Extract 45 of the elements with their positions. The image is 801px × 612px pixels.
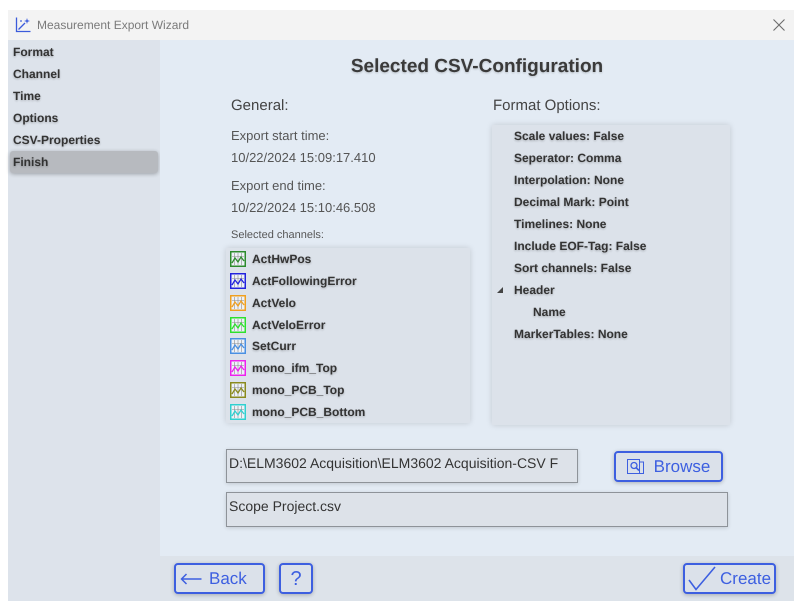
field-label: Selected channels: [230,228,324,243]
channel-name: ActVelo [252,294,296,312]
help-button[interactable]: ? [279,563,313,594]
option-text: Seperator: Comma [514,150,622,167]
sidebar-item[interactable]: CSV-Properties [10,129,158,151]
option-text: Name [533,304,566,321]
path-field[interactable]: D:\ELM3602 Acquisition\ELM3602 Acquisition-CSV F [226,449,578,483]
browse-button[interactable]: Browse [614,451,723,482]
sidebar-item[interactable]: Finish [10,151,158,173]
section-heading: General: [230,96,289,116]
channel-name: ActVeloError [252,316,326,334]
folder-magnifier-icon [626,459,644,474]
create-button[interactable]: Create [683,563,776,594]
option-text: Decimal Mark: Point [514,194,629,211]
sidebar-item[interactable]: Channel [10,63,158,85]
option-text: Scale values: False [514,128,624,145]
expand-arrow-icon[interactable] [497,287,503,293]
channel-name: ActFollowingError [252,272,357,290]
close-icon [773,19,785,31]
page-heading: Selected CSV-Configuration [350,55,604,79]
option-text: Timelines: None [514,216,606,233]
field-value: 10/22/2024 15:10:46.508 [230,199,376,217]
window-title: Measurement Export Wizard [37,17,190,34]
field-value: 10/22/2024 15:09:17.410 [230,149,376,167]
sidebar-item[interactable]: Format [10,41,158,63]
sidebar-item[interactable]: Time [10,85,158,107]
channel-name: mono_PCB_Top [252,382,344,400]
tree-node-label: Header [514,282,555,299]
arrow-left-icon [180,572,202,584]
channel-name: SetCurr [252,338,296,356]
option-text: Sort channels: False [514,260,632,277]
section-heading: Format Options: [492,96,601,116]
chart-sparkle-icon [15,17,31,33]
checkmark-icon [688,566,716,591]
option-text: Include EOF-Tag: False [514,238,646,255]
field-label: Export end time: [230,177,326,195]
channel-name: ActHwPos [252,250,312,268]
option-text: Interpolation: None [514,172,624,189]
field-label: Export start time: [230,127,330,145]
back-button[interactable]: Back [174,563,265,594]
sidebar-item[interactable]: Options [10,107,158,129]
option-text: MarkerTables: None [514,326,628,343]
file-name-field[interactable]: Scope Project.csv [226,492,728,527]
channel-name: mono_ifm_Top [252,360,338,378]
channel-name: mono_PCB_Bottom [252,404,366,422]
